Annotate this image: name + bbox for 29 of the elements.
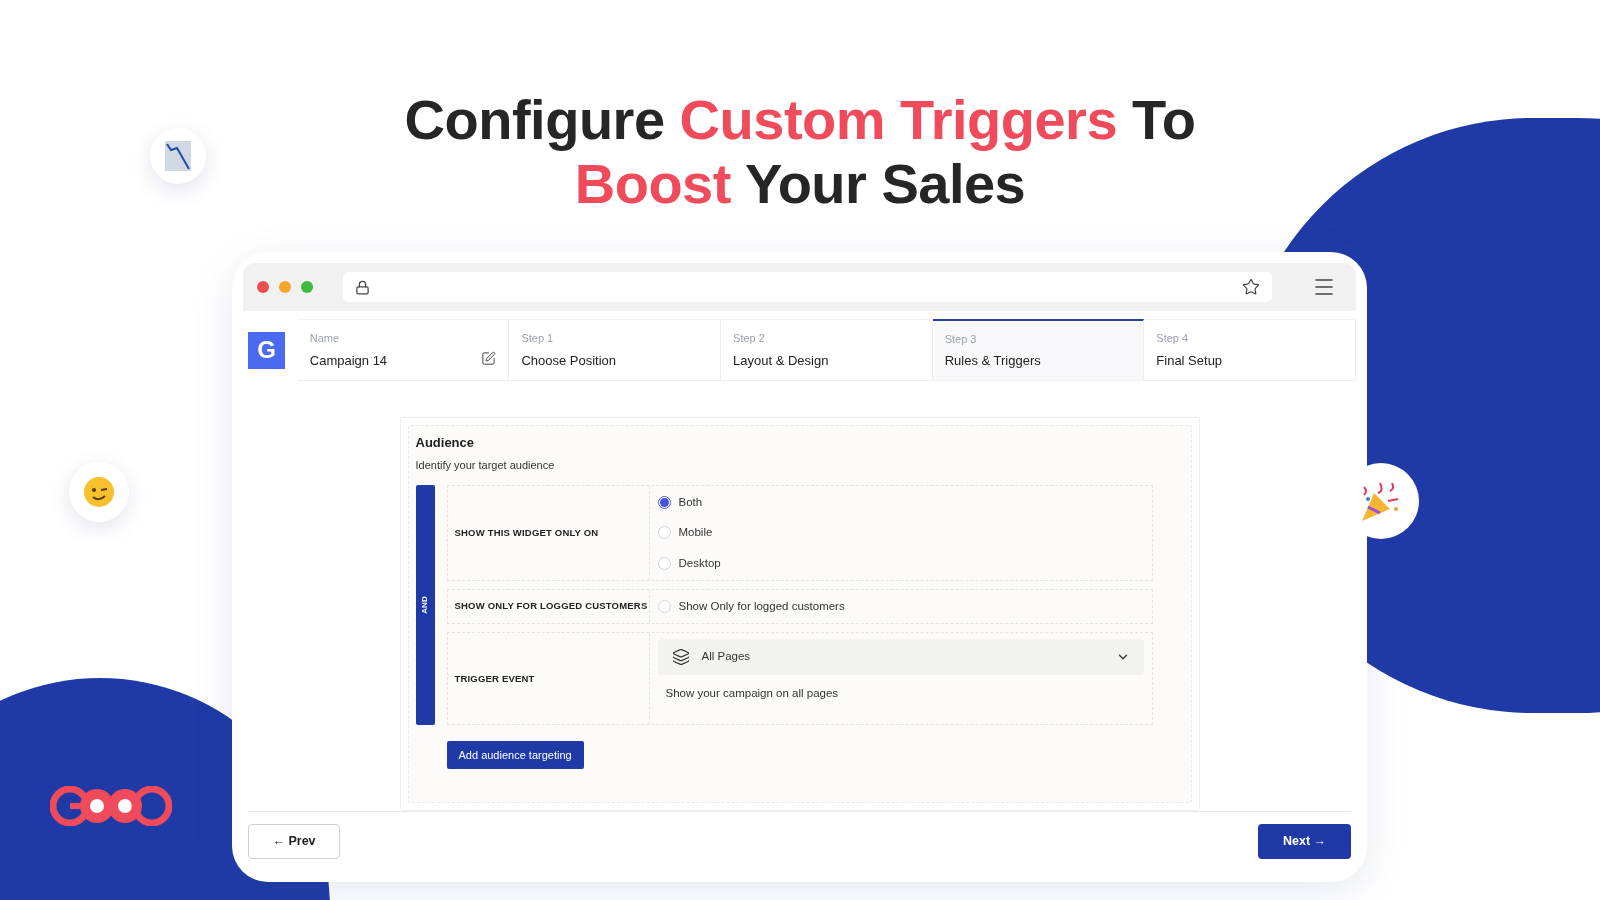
lock-icon [355,279,370,295]
radio-button[interactable] [657,496,671,510]
help-text: Show your campaign on all pages [665,686,840,701]
falling-chart-icon [165,141,191,171]
option-label: Desktop [678,555,721,571]
layers-icon [671,648,690,666]
rule-label: SHOW THIS WIDGET ONLY ON [454,525,599,540]
step-tab[interactable]: Step 3 Rules & Triggers [932,319,1145,381]
trigger-select[interactable]: All Pages [657,639,1144,675]
option-label: Mobile [678,525,713,541]
step-tab[interactable]: Step 2 Layout & Design [721,319,933,381]
prev-button[interactable]: ← Prev [248,824,340,859]
add-targeting-button[interactable]: Add audience targeting [446,741,584,770]
option-label: Both [678,495,703,510]
step-tab[interactable]: Step 1 Choose Position [509,319,722,381]
rule-label: TRIGGER EVENT [454,671,535,686]
step-tab[interactable]: Name Campaign 14 [297,319,510,381]
rule-label: SHOW ONLY FOR LOGGED CUSTOMERS [454,599,648,614]
next-button[interactable]: Next → [1258,824,1351,859]
and-connector: AND [415,485,435,726]
section-subtitle: Identify your target audience [415,457,556,473]
section-title: Audience [415,434,475,452]
option-label: Show Only for logged customers [678,598,845,614]
winking-face-icon [83,476,115,508]
step-tab[interactable]: Step 4 Final Setup [1144,319,1356,381]
brand-logo: G [248,331,285,369]
edit-icon[interactable] [481,350,497,366]
star-icon[interactable] [1242,278,1260,296]
headline: Configure Custom Triggers To Boost Your Sales [403,88,1197,216]
